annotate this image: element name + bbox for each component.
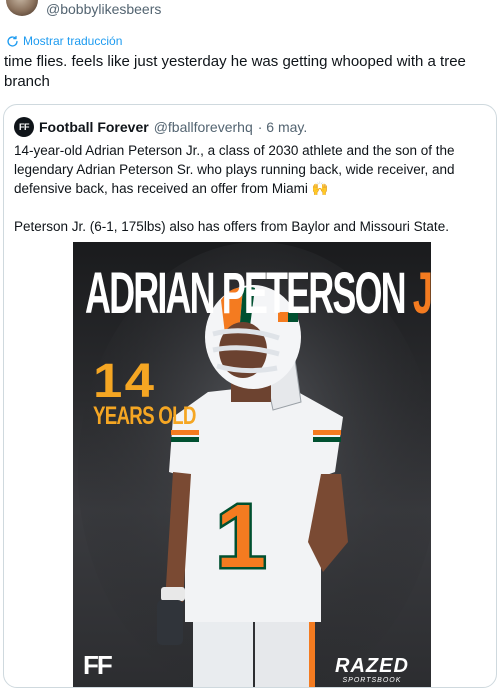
quoted-paragraph-2: Peterson Jr. (6-1, 175lbs) also has offe…: [14, 219, 449, 234]
graphic-age-label: YEARS OLD: [93, 402, 196, 430]
user-handle[interactable]: @bobbylikesbeers: [46, 1, 161, 17]
quoted-display-name[interactable]: Football Forever: [39, 119, 149, 135]
user-avatar[interactable]: [6, 0, 38, 16]
graphic-title-suffix: JR: [412, 261, 431, 326]
quoted-date[interactable]: · 6 may.: [258, 119, 308, 135]
show-translation-label: Mostrar traducción: [23, 34, 123, 48]
quoted-tweet[interactable]: FF Football Forever @fballforeverhq · 6 …: [3, 104, 497, 688]
show-translation-link[interactable]: Mostrar traducción: [6, 34, 122, 48]
jersey-number: 1: [216, 487, 266, 587]
football-forever-logo: FF: [83, 650, 113, 680]
quoted-tweet-body: 14-year-old Adrian Peterson Jr., a class…: [14, 141, 484, 236]
graphic-title-name: ADRIAN PETERSON: [85, 261, 407, 326]
graphic-age-number: 14: [93, 355, 157, 408]
tweet-header: @bobbylikesbeers: [0, 0, 500, 22]
sponsor-logo: RAZED SPORTSBOOK: [335, 656, 409, 685]
graphic-title: ADRIAN PETERSON JR: [73, 256, 431, 336]
translate-icon: [7, 35, 18, 47]
quoted-avatar[interactable]: FF: [14, 117, 34, 137]
quoted-paragraph-1: 14-year-old Adrian Peterson Jr., a class…: [14, 143, 455, 196]
sponsor-name: RAZED: [335, 655, 409, 677]
tweet-text: time flies. feels like just yesterday he…: [4, 53, 466, 90]
quoted-handle[interactable]: @fballforeverhq: [154, 119, 253, 135]
sponsor-subtitle: SPORTSBOOK: [342, 677, 402, 684]
tweet-media-image[interactable]: 1 ADRIAN PETERSON JR 14 YEARS OLD F: [73, 242, 431, 687]
quoted-tweet-header: FF Football Forever @fballforeverhq · 6 …: [14, 117, 307, 137]
